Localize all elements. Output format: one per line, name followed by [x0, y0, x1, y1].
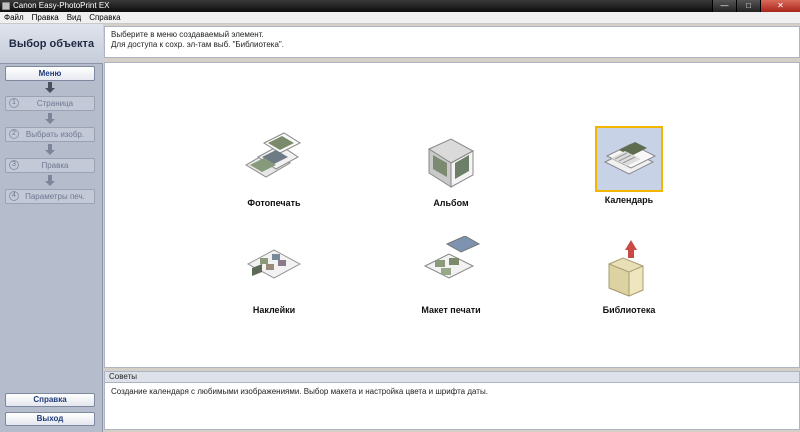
item-label: Календарь	[604, 195, 654, 205]
stickers-icon	[246, 249, 302, 279]
step-label: Страница	[36, 99, 74, 108]
menu-item-album[interactable]: Альбом	[376, 129, 526, 229]
menu-item-stickers[interactable]: Наклейки	[199, 236, 349, 336]
item-label: Наклейки	[252, 305, 296, 315]
step-page-button[interactable]: 1 Страница	[5, 96, 95, 111]
step-number-badge: 3	[9, 160, 19, 170]
down-arrow-icon	[45, 82, 55, 93]
minimize-button[interactable]: —	[712, 0, 736, 12]
step-select-images-button[interactable]: 2 Выбрать изобр.	[5, 127, 95, 142]
title-bar: Canon Easy-PhotoPrint EX — □ ✕	[0, 0, 800, 12]
instruction-line: Выберите в меню создаваемый элемент.	[111, 30, 264, 39]
step-edit-button[interactable]: 3 Правка	[5, 158, 95, 173]
sidebar-header: Выбор объекта	[0, 24, 103, 64]
tips-text: Создание календаря с любимыми изображени…	[104, 383, 800, 430]
window-controls: — □ ✕	[712, 0, 800, 12]
menu-item-layout-print[interactable]: Макет печати	[376, 235, 526, 336]
exit-button[interactable]: Выход	[5, 412, 95, 426]
menu-file[interactable]: Файл	[0, 12, 28, 23]
menu-help[interactable]: Справка	[85, 12, 124, 23]
step-label: Параметры печ.	[25, 192, 85, 201]
menu-item-photo-print[interactable]: Фотопечать	[199, 129, 349, 229]
step-menu-button[interactable]: Меню	[5, 66, 95, 81]
close-button[interactable]: ✕	[760, 0, 800, 12]
step-label: Правка	[41, 161, 69, 170]
menu-view[interactable]: Вид	[63, 12, 85, 23]
item-label: Альбом	[433, 198, 469, 208]
instruction-line: Для доступа к сохр. эл-там выб. "Библиот…	[111, 40, 284, 49]
menu-item-library[interactable]: Библиотека	[554, 236, 704, 336]
down-arrow-icon	[45, 175, 55, 186]
window-title: Canon Easy-PhotoPrint EX	[13, 1, 110, 10]
item-label: Библиотека	[602, 305, 656, 315]
step-number-badge: 2	[9, 129, 19, 139]
down-arrow-icon	[45, 113, 55, 124]
sidebar: Выбор объекта Меню 1 Страница 2 Выбрать …	[0, 24, 103, 432]
instruction-panel: Выберите в меню создаваемый элемент. Для…	[104, 26, 800, 58]
step-label: Выбрать изобр.	[25, 130, 85, 139]
help-button[interactable]: Справка	[5, 393, 95, 407]
menu-bar: Файл Правка Вид Справка	[0, 12, 800, 24]
library-folder-icon	[608, 240, 644, 297]
photo-print-icon	[245, 132, 302, 178]
step-label: Меню	[38, 69, 62, 78]
step-number-badge: 4	[9, 191, 19, 201]
menu-grid: Фотопечать Альбом Календарь Наклейки Мак…	[104, 62, 800, 368]
menu-item-calendar[interactable]: Календарь	[554, 126, 704, 226]
album-icon	[427, 138, 475, 188]
tips-title: Советы	[104, 371, 800, 383]
layout-print-icon	[423, 235, 481, 279]
down-arrow-icon	[45, 144, 55, 155]
calendar-icon	[603, 142, 657, 175]
maximize-button[interactable]: □	[736, 0, 760, 12]
app-icon	[2, 2, 10, 10]
item-label: Фотопечать	[247, 198, 301, 208]
menu-edit[interactable]: Правка	[28, 12, 63, 23]
step-print-settings-button[interactable]: 4 Параметры печ.	[5, 189, 95, 204]
item-label: Макет печати	[421, 305, 481, 315]
step-number-badge: 1	[9, 98, 19, 108]
